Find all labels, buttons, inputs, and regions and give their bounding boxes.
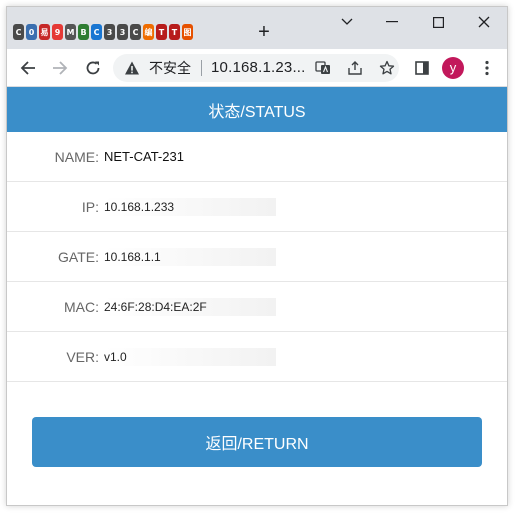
reload-icon — [86, 61, 100, 75]
status-row-ver: VER: v1.0 — [7, 332, 507, 382]
row-label: MAC: — [64, 299, 99, 315]
row-label: NAME: — [54, 149, 99, 165]
profile-avatar[interactable]: y — [442, 57, 464, 79]
status-row-mac: MAC: 24:6F:28:D4:EA:2F — [7, 282, 507, 332]
pinned-tabs: C0易9MBC33C编TT图 — [13, 21, 195, 43]
browser-window: C0易9MBC33C编TT图 + 不安全 10.168.1.23... y 状态… — [6, 6, 508, 506]
side-panel-icon — [415, 61, 429, 75]
favicon-7-icon[interactable]: C — [91, 24, 102, 40]
forward-button[interactable] — [47, 55, 73, 81]
side-panel-button[interactable] — [409, 55, 435, 81]
new-tab-button[interactable]: + — [253, 21, 275, 43]
browser-toolbar: 不安全 10.168.1.23... y — [7, 49, 507, 87]
favicon-5-icon[interactable]: M — [65, 24, 76, 40]
reload-button[interactable] — [80, 55, 106, 81]
url-text[interactable]: 10.168.1.23... — [211, 59, 306, 77]
bookmark-star-icon[interactable] — [378, 59, 396, 77]
favicon-6-icon[interactable]: B — [78, 24, 89, 40]
page-title: 状态/STATUS — [7, 87, 507, 132]
status-row-ip: IP: 10.168.1.233 — [7, 182, 507, 232]
arrow-left-icon — [20, 61, 35, 75]
browser-menu-button[interactable] — [474, 55, 500, 81]
address-bar[interactable]: 不安全 10.168.1.23... — [113, 54, 399, 82]
favicon-12-icon[interactable]: T — [156, 24, 167, 40]
arrow-right-icon — [53, 61, 68, 75]
favicon-13-icon[interactable]: T — [169, 24, 180, 40]
row-label: VER: — [66, 349, 99, 365]
minimize-button[interactable] — [369, 7, 415, 37]
share-icon[interactable] — [346, 59, 364, 77]
row-value: v1.0 — [104, 348, 276, 366]
minimize-icon — [386, 21, 398, 23]
row-value: 10.168.1.233 — [104, 198, 276, 216]
close-button[interactable] — [461, 7, 507, 37]
status-row-gate: GATE: 10.168.1.1 — [7, 232, 507, 282]
kebab-menu-icon — [485, 60, 489, 76]
close-icon — [478, 16, 490, 28]
favicon-1-icon[interactable]: C — [13, 24, 24, 40]
chevron-down-icon — [341, 18, 353, 25]
row-value: 24:6F:28:D4:EA:2F — [104, 298, 276, 316]
favicon-11-icon[interactable]: 编 — [143, 24, 154, 40]
tab-search-button[interactable] — [324, 7, 370, 37]
row-value: 10.168.1.1 — [104, 248, 276, 266]
row-label: IP: — [81, 199, 99, 215]
return-button[interactable]: 返回/RETURN — [32, 417, 482, 467]
favicon-4-icon[interactable]: 9 — [52, 24, 63, 40]
maximize-icon — [432, 16, 444, 28]
favicon-8-icon[interactable]: 3 — [104, 24, 115, 40]
favicon-3-icon[interactable]: 易 — [39, 24, 50, 40]
row-label: GATE: — [58, 249, 99, 265]
row-value: NET-CAT-231 — [104, 149, 184, 164]
maximize-button[interactable] — [415, 7, 461, 37]
not-secure-label[interactable]: 不安全 — [149, 60, 191, 76]
translate-icon[interactable] — [314, 59, 332, 77]
address-separator — [201, 60, 202, 76]
favicon-2-icon[interactable]: 0 — [26, 24, 37, 40]
status-row-name: NAME: NET-CAT-231 — [7, 132, 507, 182]
favicon-14-icon[interactable]: 图 — [182, 24, 193, 40]
favicon-9-icon[interactable]: 3 — [117, 24, 128, 40]
favicon-10-icon[interactable]: C — [130, 24, 141, 40]
warning-icon[interactable] — [124, 60, 140, 76]
tab-strip: C0易9MBC33C编TT图 + — [7, 7, 507, 49]
back-button[interactable] — [15, 55, 41, 81]
page-content: 状态/STATUS NAME: NET-CAT-231 IP: 10.168.1… — [7, 87, 507, 505]
